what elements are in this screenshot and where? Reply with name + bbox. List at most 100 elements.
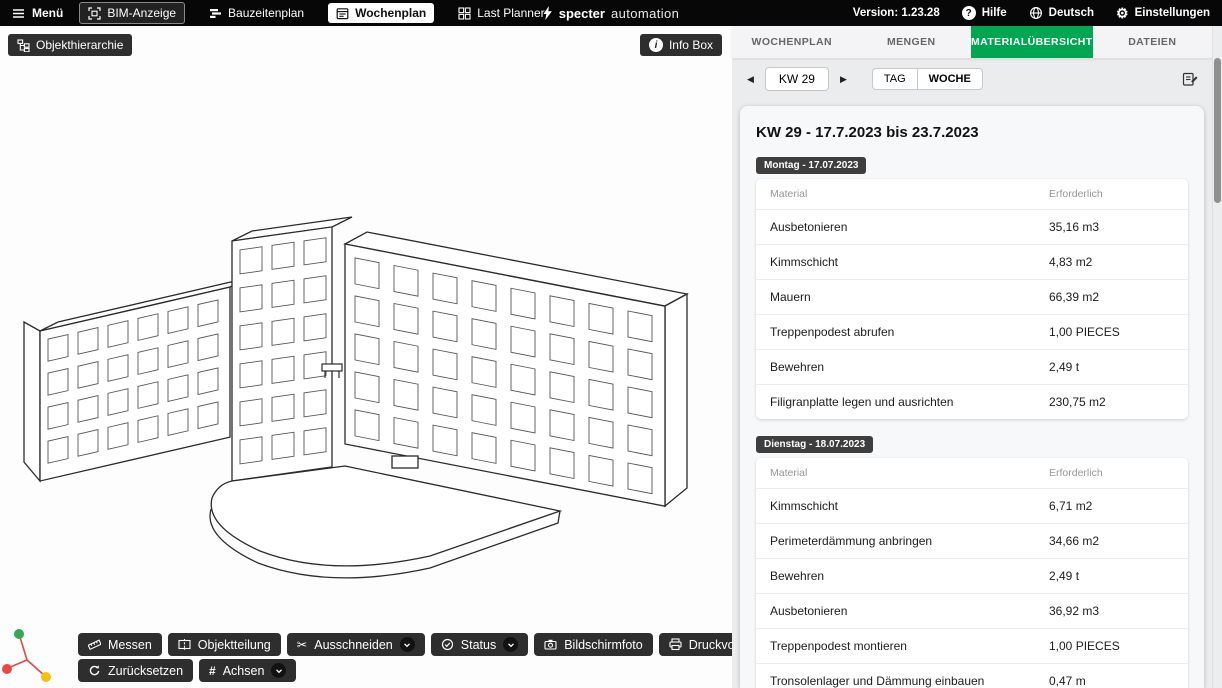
language-button[interactable]: Deutsch <box>1029 6 1094 20</box>
material-name: Kimmschicht <box>770 499 1049 513</box>
material-name: Ausbetonieren <box>770 604 1049 618</box>
material-row[interactable]: Filigranplatte legen und ausrichten230,7… <box>756 385 1188 419</box>
reset-button[interactable]: Zurücksetzen <box>78 659 193 682</box>
object-hierarchy-label: Objekthierarchie <box>36 38 123 52</box>
required-column-header: Erforderlich <box>1049 188 1174 200</box>
settings-button[interactable]: ⚙ Einstellungen <box>1116 6 1210 20</box>
orientation-gizmo[interactable] <box>0 624 62 686</box>
chevron-down-icon <box>506 640 516 650</box>
bim-view-icon <box>88 7 101 20</box>
material-required: 35,16 m3 <box>1049 220 1174 234</box>
material-required: 230,75 m2 <box>1049 395 1174 409</box>
week-selector-button[interactable]: KW 29 <box>765 67 829 91</box>
day-section: Montag - 17.07.2023MaterialErforderlichA… <box>756 155 1188 419</box>
tab-materialuebersicht[interactable]: MATERIALÜBERSICHT <box>971 26 1093 58</box>
day-week-toggle: TAG WOCHE <box>872 68 983 90</box>
material-column-header: Material <box>770 467 1049 479</box>
panel-content: KW 29 - 17.7.2023 bis 23.7.2023 Montag -… <box>732 98 1212 688</box>
help-icon: ? <box>962 6 976 20</box>
tab-wochenplan[interactable]: WOCHENPLAN <box>732 26 852 58</box>
material-row[interactable]: Bewehren2,49 t <box>756 559 1188 594</box>
material-required: 34,66 m2 <box>1049 534 1174 548</box>
gear-icon: ⚙ <box>1116 6 1129 20</box>
cut-button[interactable]: ✂ Ausschneiden <box>287 633 425 656</box>
material-row[interactable]: Treppenpodest montieren1,00 PIECES <box>756 629 1188 664</box>
material-row[interactable]: Bewehren2,49 t <box>756 350 1188 385</box>
nav-wochenplan[interactable]: Wochenplan <box>328 3 434 23</box>
material-row[interactable]: Treppenpodest abrufen1,00 PIECES <box>756 315 1188 350</box>
viewport-toolbar-row1: Messen Objektteilung ✂ Ausschneiden Stat… <box>78 633 732 656</box>
material-row[interactable]: Tronsolenlager und Dämmung einbauen0,47 … <box>756 664 1188 688</box>
week-plan-icon <box>336 7 349 20</box>
settings-label: Einstellungen <box>1135 7 1210 19</box>
object-split-icon <box>178 638 191 651</box>
scissors-icon: ✂ <box>297 637 307 652</box>
object-split-button[interactable]: Objektteilung <box>168 633 281 656</box>
previous-week-button[interactable]: ◀ <box>744 72 757 87</box>
screenshot-button[interactable]: Bildschirmfoto <box>534 633 653 656</box>
cut-dropdown[interactable] <box>400 637 415 652</box>
hamburger-icon <box>12 7 25 20</box>
info-box-button[interactable]: i Info Box <box>640 34 722 56</box>
material-row[interactable]: Ausbetonieren36,92 m3 <box>756 594 1188 629</box>
axes-label: Achsen <box>223 664 265 678</box>
cut-label: Ausschneiden <box>314 638 393 652</box>
material-row[interactable]: Ausbetonieren35,16 m3 <box>756 210 1188 245</box>
scrollbar-thumb[interactable] <box>1214 58 1221 203</box>
side-panel: WOCHENPLAN MENGEN MATERIALÜBERSICHT DATE… <box>732 26 1212 688</box>
material-name: Treppenpodest abrufen <box>770 325 1049 339</box>
material-row[interactable]: Kimmschicht6,71 m2 <box>756 489 1188 524</box>
globe-icon <box>1029 6 1043 20</box>
nav-bim-anzeige[interactable]: BIM-Anzeige <box>79 2 185 24</box>
material-required: 2,49 t <box>1049 569 1174 583</box>
material-name: Kimmschicht <box>770 255 1049 269</box>
brand-logo: specter automation <box>543 6 680 21</box>
panel-tabs: WOCHENPLAN MENGEN MATERIALÜBERSICHT DATE… <box>732 26 1212 58</box>
next-week-button[interactable]: ▶ <box>837 72 850 87</box>
material-name: Filigranplatte legen und ausrichten <box>770 395 1049 409</box>
day-badge: Montag - 17.07.2023 <box>756 157 866 174</box>
gantt-icon <box>209 7 222 20</box>
info-icon: i <box>649 38 663 52</box>
viewport-toolbar-row2: Zurücksetzen # Achsen <box>78 659 296 682</box>
status-button[interactable]: Status <box>431 633 528 656</box>
object-hierarchy-button[interactable]: Objekthierarchie <box>8 34 132 56</box>
panel-scrollbar[interactable] <box>1212 26 1222 688</box>
hierarchy-icon <box>17 39 30 52</box>
week-toggle-button[interactable]: WOCHE <box>917 68 983 90</box>
print-preview-label: Druckvorschau <box>689 638 732 652</box>
material-required: 0,47 m <box>1049 674 1174 688</box>
tab-dateien[interactable]: DATEIEN <box>1093 26 1213 58</box>
material-row[interactable]: Mauern66,39 m2 <box>756 280 1188 315</box>
material-name: Bewehren <box>770 569 1049 583</box>
material-name: Bewehren <box>770 360 1049 374</box>
status-check-icon <box>441 638 454 651</box>
measure-button[interactable]: Messen <box>78 633 162 656</box>
material-name: Mauern <box>770 290 1049 304</box>
day-toggle-button[interactable]: TAG <box>872 68 917 90</box>
material-overview-card: KW 29 - 17.7.2023 bis 23.7.2023 Montag -… <box>740 106 1204 688</box>
info-box-label: Info Box <box>669 38 713 52</box>
grid-icon <box>458 7 471 20</box>
menu-button[interactable]: Menü <box>12 6 63 20</box>
axes-button[interactable]: # Achsen <box>199 659 296 682</box>
help-button[interactable]: ? Hilfe <box>962 6 1007 20</box>
edit-plan-button[interactable] <box>1180 69 1200 89</box>
chevron-down-icon <box>402 640 412 650</box>
axes-dropdown[interactable] <box>271 663 286 678</box>
material-required: 66,39 m2 <box>1049 290 1174 304</box>
status-dropdown[interactable] <box>503 637 518 652</box>
tab-mengen[interactable]: MENGEN <box>852 26 972 58</box>
measure-label: Messen <box>108 638 152 652</box>
menu-label: Menü <box>32 6 63 20</box>
nav-last-planner[interactable]: Last Planner <box>450 3 552 23</box>
topbar-right: Version: 1.23.28 ? Hilfe Deutsch ⚙ Einst… <box>853 6 1210 20</box>
bim-model-canvas[interactable] <box>0 26 732 688</box>
print-preview-button[interactable]: Druckvorschau <box>659 633 732 656</box>
edit-plan-icon <box>1182 71 1198 87</box>
material-row[interactable]: Kimmschicht4,83 m2 <box>756 245 1188 280</box>
material-row[interactable]: Perimeterdämmung anbringen34,66 m2 <box>756 524 1188 559</box>
bim-viewport: Objekthierarchie i Info Box Messen <box>0 26 732 688</box>
nav-bauzeitenplan[interactable]: Bauzeitenplan <box>201 3 312 23</box>
nav-label: Last Planner <box>477 6 544 20</box>
